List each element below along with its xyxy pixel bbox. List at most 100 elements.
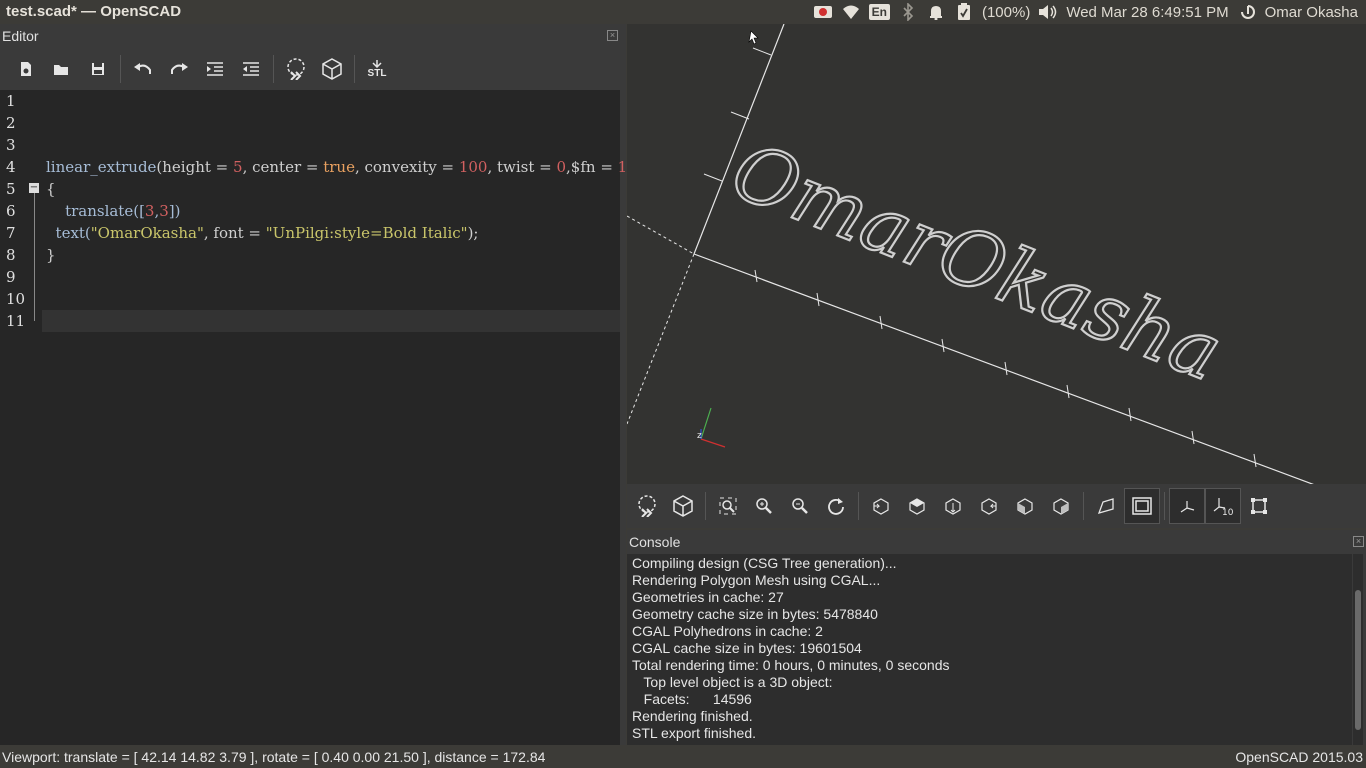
- view-left-icon[interactable]: [971, 488, 1007, 524]
- top-panel: test.scad* — OpenSCAD En (100%) Wed Mar …: [0, 0, 1366, 24]
- code-token: );: [467, 224, 479, 242]
- preview-icon[interactable]: [278, 51, 314, 87]
- toolbar-separator: [1164, 492, 1165, 520]
- line-number: 8: [6, 246, 16, 264]
- 3d-viewport[interactable]: OmarOkasha z: [627, 24, 1366, 484]
- show-edges-icon[interactable]: [1241, 488, 1277, 524]
- console-line: CGAL Polyhedrons in cache: 2: [632, 623, 823, 639]
- fold-toggle-icon[interactable]: −: [29, 183, 39, 193]
- current-line-highlight: [42, 310, 620, 332]
- new-file-icon[interactable]: [8, 51, 44, 87]
- show-axes-icon[interactable]: [1169, 488, 1205, 524]
- code-token: "OmarOkasha": [90, 224, 204, 242]
- view-bottom-icon[interactable]: [935, 488, 971, 524]
- view-right-icon[interactable]: [863, 488, 899, 524]
- view-back-icon[interactable]: [1043, 488, 1079, 524]
- undo-icon[interactable]: [125, 51, 161, 87]
- code-line-8: }: [46, 246, 56, 264]
- code-token: , convexity =: [354, 158, 459, 176]
- editor-title: Editor: [2, 28, 39, 44]
- view-all-icon[interactable]: [710, 488, 746, 524]
- line-number: 5: [6, 180, 16, 198]
- console-title: Console: [629, 534, 681, 550]
- code-line-5: {: [46, 180, 56, 198]
- console-line: Geometry cache size in bytes: 5478840: [632, 606, 878, 622]
- toolbar-separator: [858, 492, 859, 520]
- code-line-7: text("OmarOkasha", font = "UnPilgi:style…: [46, 224, 479, 242]
- model-text-3d: OmarOkasha: [720, 126, 1233, 399]
- code-token: 5: [233, 158, 243, 176]
- indent-icon[interactable]: [197, 51, 233, 87]
- toolbar-separator: [705, 492, 706, 520]
- unindent-icon[interactable]: [233, 51, 269, 87]
- console-log[interactable]: Compiling design (CSG Tree generation)..…: [627, 554, 1352, 745]
- code-token: 3: [159, 202, 169, 220]
- line-number: 3: [6, 136, 16, 154]
- console-line: Compiling design (CSG Tree generation)..…: [632, 555, 897, 571]
- zoom-in-icon[interactable]: [746, 488, 782, 524]
- volume-icon[interactable]: [1038, 2, 1058, 22]
- perspective-icon[interactable]: [1088, 488, 1124, 524]
- line-number: 4: [6, 158, 16, 176]
- console-line: STL export finished.: [632, 725, 756, 741]
- console-line: CGAL cache size in bytes: 19601504: [632, 640, 862, 656]
- render-icon[interactable]: [665, 488, 701, 524]
- code-token: text(: [46, 224, 91, 242]
- show-scale-markers-icon[interactable]: 10: [1205, 488, 1241, 524]
- view-top-icon[interactable]: [899, 488, 935, 524]
- notification-bell-icon[interactable]: [926, 2, 946, 22]
- keyboard-language[interactable]: En: [868, 4, 890, 20]
- bluetooth-icon[interactable]: [898, 2, 918, 22]
- redo-icon[interactable]: [161, 51, 197, 87]
- line-number: 11: [6, 312, 26, 330]
- code-token: "UnPilgi:style=Bold Italic": [265, 224, 468, 242]
- editor-toolbar: STL: [0, 48, 626, 90]
- reset-view-icon[interactable]: [818, 488, 854, 524]
- console-panel: Console × Compiling design (CSG Tree gen…: [627, 530, 1366, 745]
- console-title-bar: Console ×: [627, 530, 1366, 554]
- battery-icon[interactable]: [954, 2, 974, 22]
- fold-guide: [34, 193, 35, 321]
- code-token: , twist =: [487, 158, 557, 176]
- user-name[interactable]: Omar Okasha: [1265, 4, 1358, 21]
- zoom-out-icon[interactable]: [782, 488, 818, 524]
- console-line: Rendering finished.: [632, 708, 753, 724]
- save-file-icon[interactable]: [80, 51, 116, 87]
- console-line: Total rendering time: 0 hours, 0 minutes…: [632, 657, 950, 673]
- code-editor[interactable]: 1 2 3 4 5 6 7 8 9 10 11 − linear_extrude…: [0, 90, 652, 745]
- code-token: true: [323, 158, 355, 176]
- status-bar: Viewport: translate = [ 42.14 14.82 3.79…: [0, 746, 1366, 768]
- wifi-icon[interactable]: [841, 2, 861, 22]
- code-token: (height =: [156, 158, 234, 176]
- console-line: Top level object is a 3D object:: [632, 674, 833, 690]
- clock[interactable]: Wed Mar 28 6:49:51 PM: [1066, 4, 1228, 21]
- view-front-icon[interactable]: [1007, 488, 1043, 524]
- y-axis-negative: [627, 253, 695, 425]
- line-number: 7: [6, 224, 16, 242]
- toolbar-separator: [1083, 492, 1084, 520]
- toolbar-separator: [354, 55, 355, 83]
- scale-marker-label: 10: [1222, 508, 1233, 516]
- export-stl-icon[interactable]: STL: [359, 51, 395, 87]
- editor-close-icon[interactable]: ×: [607, 30, 618, 41]
- viewport-canvas[interactable]: OmarOkasha z: [627, 24, 1366, 484]
- open-file-icon[interactable]: [44, 51, 80, 87]
- render-icon[interactable]: [314, 51, 350, 87]
- mouse-cursor-icon: [748, 30, 759, 45]
- code-token: 100: [458, 158, 488, 176]
- code-token: ,$fn =: [566, 158, 618, 176]
- console-scrollbar[interactable]: [1353, 554, 1363, 745]
- window-title: test.scad* — OpenSCAD: [6, 3, 182, 20]
- viewport-status: Viewport: translate = [ 42.14 14.82 3.79…: [2, 749, 546, 765]
- scrollbar-thumb[interactable]: [1355, 590, 1361, 730]
- editor-title-bar: Editor ×: [0, 24, 626, 48]
- preview-icon[interactable]: [629, 488, 665, 524]
- record-icon[interactable]: [813, 2, 833, 22]
- console-close-icon[interactable]: ×: [1353, 536, 1364, 547]
- editor-panel: Editor × STL 1 2 3 4 5 6 7 8 9 10 11 − l…: [0, 24, 652, 745]
- battery-percent: (100%): [981, 3, 1031, 21]
- code-token: , center =: [242, 158, 324, 176]
- user-icon[interactable]: [1237, 2, 1257, 22]
- orthogonal-icon[interactable]: [1124, 488, 1160, 524]
- console-line: Facets: 14596: [632, 691, 752, 707]
